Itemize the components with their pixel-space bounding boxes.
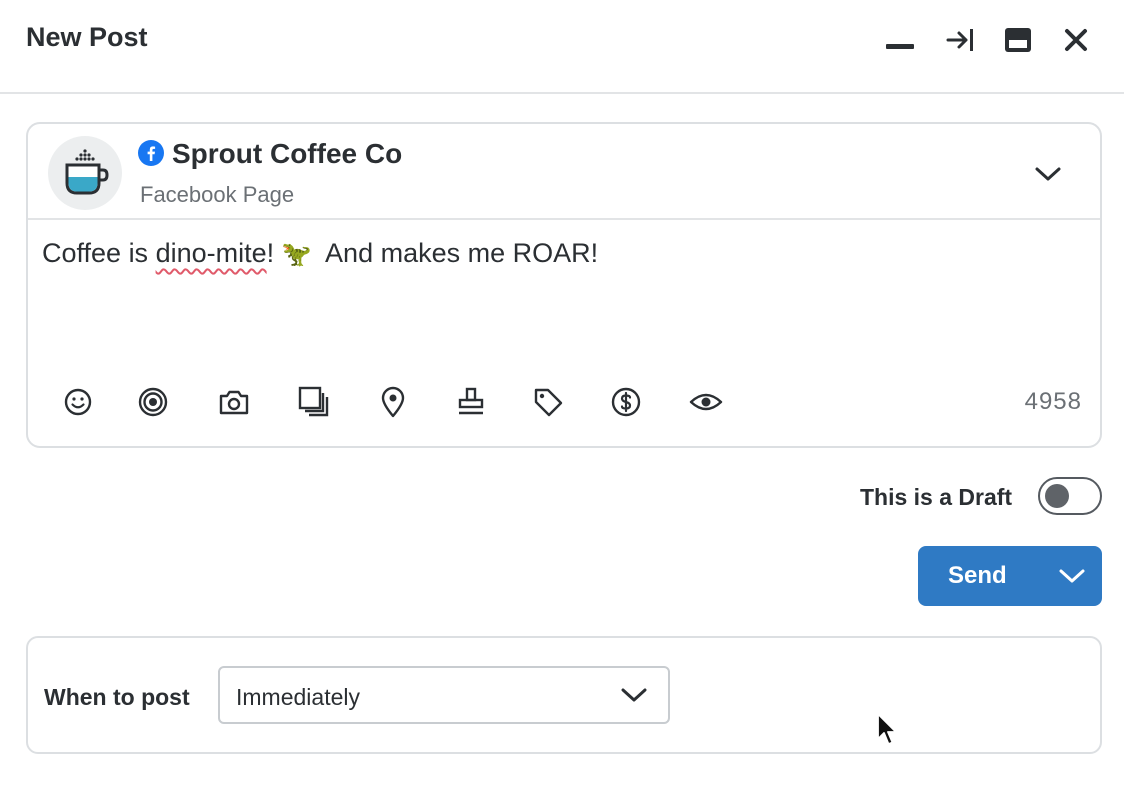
toggle-knob xyxy=(1045,484,1069,508)
character-count: 4958 xyxy=(1024,388,1082,415)
misspelled-word: dino-mite xyxy=(155,238,267,268)
window-icon xyxy=(1005,28,1031,52)
eye-icon xyxy=(689,393,723,411)
post-text-mid: ! xyxy=(266,238,282,268)
when-to-post-value: Immediately xyxy=(236,684,360,710)
camera-icon xyxy=(219,390,249,415)
target-icon xyxy=(138,387,168,417)
emoji-button[interactable] xyxy=(58,382,98,422)
dock-right-button[interactable] xyxy=(942,22,978,58)
dock-right-icon xyxy=(946,29,973,51)
post-composer: Sprout Coffee Co Facebook Page Coffee is… xyxy=(26,122,1102,448)
close-button[interactable] xyxy=(1058,22,1094,58)
composer-toolbar: 4958 xyxy=(28,382,1100,426)
when-to-post-select[interactable]: Immediately xyxy=(218,666,670,724)
when-to-post-label: When to post xyxy=(44,684,190,710)
boost-button[interactable] xyxy=(606,382,646,422)
chevron-down-icon xyxy=(1059,569,1085,583)
draft-label: This is a Draft xyxy=(860,484,1013,510)
post-text-end: And makes me ROAR! xyxy=(311,238,599,268)
add-gallery-button[interactable] xyxy=(294,382,334,422)
avatar xyxy=(48,136,122,210)
gallery-icon xyxy=(298,386,329,417)
schedule-panel: When to post Immediately xyxy=(26,636,1102,754)
chevron-down-icon xyxy=(1035,167,1061,181)
window-header: New Post xyxy=(0,0,1124,94)
location-icon xyxy=(381,386,405,418)
dollar-icon xyxy=(611,387,641,417)
profile-selector[interactable]: Sprout Coffee Co Facebook Page xyxy=(28,124,1100,220)
window-mode-button[interactable] xyxy=(1000,22,1036,58)
chevron-down-icon xyxy=(621,688,647,702)
stamp-icon xyxy=(458,387,484,415)
add-tag-button[interactable] xyxy=(528,382,568,422)
close-icon xyxy=(1065,29,1087,51)
post-text-editor[interactable]: Coffee is dino-mite! 🦖 And makes me ROAR… xyxy=(42,238,598,269)
facebook-icon xyxy=(138,140,164,166)
preview-button[interactable] xyxy=(686,382,726,422)
stamp-button[interactable] xyxy=(451,382,491,422)
add-location-button[interactable] xyxy=(373,382,413,422)
minimize-button[interactable] xyxy=(882,22,918,58)
emoji-icon xyxy=(64,388,92,416)
account-type: Facebook Page xyxy=(140,182,295,207)
dinosaur-emoji: 🦖 xyxy=(281,240,312,268)
minimize-icon xyxy=(886,44,914,49)
send-label: Send xyxy=(948,562,1007,589)
window-title: New Post xyxy=(26,22,148,52)
draft-toggle[interactable] xyxy=(1038,477,1102,515)
account-name: Sprout Coffee Co xyxy=(172,138,403,169)
tag-icon xyxy=(534,388,563,417)
post-text-start: Coffee is xyxy=(42,238,156,268)
add-photo-button[interactable] xyxy=(214,382,254,422)
send-options-toggle[interactable] xyxy=(1058,564,1086,588)
target-button[interactable] xyxy=(133,382,173,422)
send-button[interactable]: Send xyxy=(918,546,1102,606)
coffee-cup-logo-icon xyxy=(65,149,109,195)
mouse-cursor-icon xyxy=(877,713,897,745)
profile-dropdown-toggle[interactable] xyxy=(1032,160,1064,188)
select-chevron xyxy=(620,684,648,706)
